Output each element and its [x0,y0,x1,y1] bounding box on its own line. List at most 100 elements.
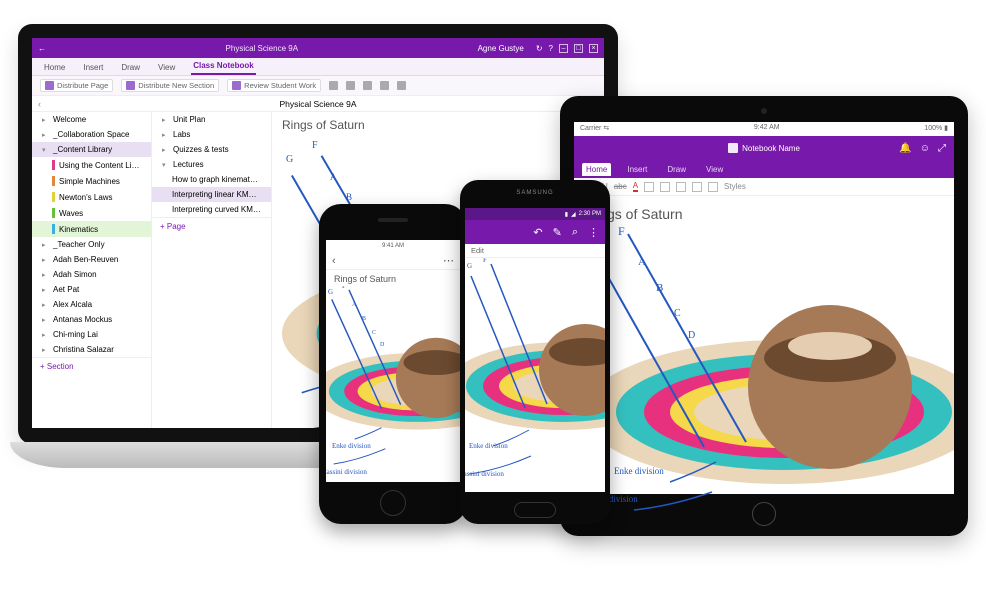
page-item[interactable]: ▾Lectures [152,157,271,172]
styles-dropdown[interactable]: Styles [724,182,746,191]
add-page-button[interactable]: + Page [152,217,271,235]
ring-label-a: A [330,172,337,182]
page-item[interactable]: Interpreting curved KM… [152,202,271,217]
number-list-icon[interactable] [660,182,670,192]
tablet-toolbar: B I U abc A Styles [574,178,954,196]
chevron-left-icon[interactable]: ‹ [38,99,41,109]
section-item[interactable]: ▾_Content Library [32,142,151,157]
section-item[interactable]: ▸Welcome [32,112,151,127]
android-statusbar: ▮ ◢ 2:30 PM [465,208,605,220]
clock-label: 9:41 AM [382,243,404,249]
expand-icon[interactable]: ⤢ [938,143,946,154]
help-icon[interactable]: ? [549,44,553,53]
font-color-button[interactable]: A [633,181,638,192]
section-item[interactable]: ▸Alex Alcala [32,297,151,312]
home-button[interactable] [514,502,556,518]
ribbon-tool-icon[interactable] [380,81,389,90]
edit-button[interactable]: Edit [471,246,484,255]
android-note-canvas[interactable]: G F Enke division Cassini division [465,258,605,492]
ring-label-f: F [342,286,346,290]
more-icon[interactable]: ⋮ [588,226,599,239]
tab-view[interactable]: View [156,61,177,75]
page-list: ▸Unit Plan▸Labs▸Quizzes & tests▾Lectures… [152,112,272,428]
section-item[interactable]: ▸Antanas Mockus [32,312,151,327]
tablet-tabs: Home Insert Draw View [574,160,954,178]
tab-draw[interactable]: Draw [119,61,142,75]
maximize-button[interactable]: □ [574,44,583,53]
outdent-icon[interactable] [676,182,686,192]
ribbon-tool-icon[interactable] [397,81,406,90]
tab-insert[interactable]: Insert [623,163,651,176]
more-button[interactable]: ⋯ [443,254,454,267]
section-item[interactable]: ▸_Teacher Only [32,237,151,252]
tab-home[interactable]: Home [42,61,67,75]
section-item[interactable]: Newton's Laws [32,189,151,205]
ring-label-a: A [352,302,356,308]
page-item[interactable]: ▸Unit Plan [152,112,271,127]
home-button[interactable] [752,502,776,526]
tablet-note-canvas[interactable]: Rings of Saturn G F A B C D Enke div [574,196,954,494]
back-button[interactable]: ‹ [332,255,336,267]
back-icon[interactable]: ← [38,44,46,53]
undo-icon[interactable]: ↶ [533,226,542,239]
section-item[interactable]: ▸Aet Pat [32,282,151,297]
ribbon-tool-icon[interactable] [363,81,372,90]
section-item[interactable]: ▸Adah Ben-Reuven [32,252,151,267]
review-work-button[interactable]: Review Student Work [227,79,321,92]
ring-label-b: B [656,282,663,294]
user-icon[interactable]: ☺ [920,143,930,154]
section-label: Chi-ming Lai [53,330,98,339]
notebook-icon[interactable] [728,143,738,153]
bell-icon[interactable]: 🔔 [899,143,911,154]
section-item[interactable]: Simple Machines [32,173,151,189]
home-button[interactable] [380,490,406,516]
minimize-button[interactable]: – [559,44,568,53]
align-icon[interactable] [708,182,718,192]
strike-button[interactable]: abc [614,182,627,191]
distribute-page-button[interactable]: Distribute Page [40,79,113,92]
tab-view[interactable]: View [702,163,727,176]
indent-icon[interactable] [692,182,702,192]
camera-icon [761,108,767,114]
ring-label-f: F [618,224,625,239]
page-item[interactable]: How to graph kinemat… [152,172,271,187]
section-label: Waves [59,209,83,218]
distribute-section-button[interactable]: Distribute New Section [121,79,219,92]
notebook-name[interactable]: Notebook Name [742,144,800,153]
clock-label: 9:42 AM [754,124,780,134]
tab-draw[interactable]: Draw [663,163,690,176]
section-color-icon [52,160,55,170]
section-label: Christina Salazar [53,345,114,354]
tab-home[interactable]: Home [582,163,611,176]
ribbon-tool-icon[interactable] [329,81,338,90]
close-button[interactable]: × [589,44,598,53]
iphone-note-canvas[interactable]: G F A B C D Enke division Cassini divisi… [326,286,460,482]
search-icon[interactable]: ⌕ [572,226,578,239]
tab-insert[interactable]: Insert [81,61,105,75]
tab-class-notebook[interactable]: Class Notebook [191,59,255,75]
section-item[interactable]: ▸Adah Simon [32,267,151,282]
user-name[interactable]: Agne Gustye [478,44,524,53]
iphone-navbar: ‹ ⋯ [326,252,460,270]
iphone-device: 9:41 AM ‹ ⋯ Rings of Saturn G F A [319,204,467,524]
pen-icon[interactable]: ✎ [553,226,562,239]
section-item[interactable]: ▸Christina Salazar [32,342,151,357]
add-section-button[interactable]: + Section [32,357,151,375]
chevron-icon: ▸ [162,131,169,139]
sync-icon[interactable]: ↻ [536,44,543,53]
notebook-name: Physical Science 9A [279,99,356,109]
notebook-header[interactable]: ‹ Physical Science 9A ⌄ [32,96,604,112]
annotation-enke: Enke division [469,442,508,450]
section-item[interactable]: Waves [32,205,151,221]
page-item[interactable]: Interpreting linear KM… [152,187,271,202]
page-item[interactable]: ▸Quizzes & tests [152,142,271,157]
section-label: _Collaboration Space [53,130,130,139]
page-item[interactable]: ▸Labs [152,127,271,142]
bullet-list-icon[interactable] [644,182,654,192]
ribbon-tool-icon[interactable] [346,81,355,90]
ribbon-bar: Distribute Page Distribute New Section R… [32,76,604,96]
section-item[interactable]: Kinematics [32,221,151,237]
section-item[interactable]: Using the Content Li… [32,157,151,173]
section-item[interactable]: ▸_Collaboration Space [32,127,151,142]
section-item[interactable]: ▸Chi-ming Lai [32,327,151,342]
